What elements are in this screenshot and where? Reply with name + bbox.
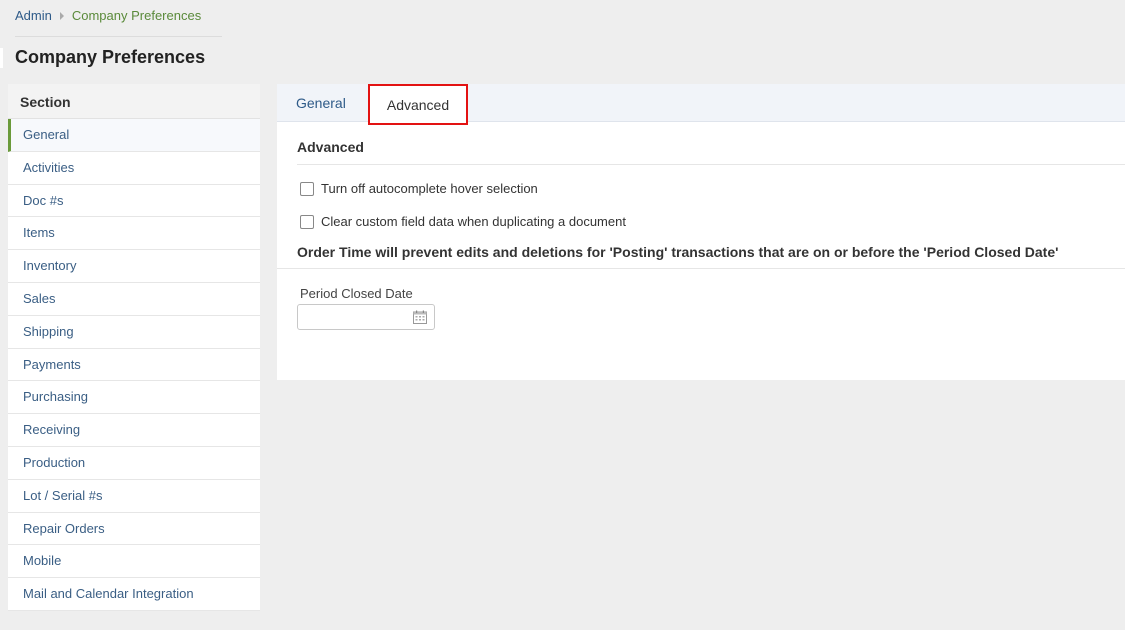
breadcrumb-current: Company Preferences (71, 8, 202, 23)
title-marker (0, 48, 3, 68)
section-sidebar: Section General Activities Doc #s Items … (8, 84, 260, 611)
sidebar-item-inventory[interactable]: Inventory (8, 250, 260, 283)
autocomplete-hover-option[interactable]: Turn off autocomplete hover selection (300, 181, 538, 196)
sidebar-item-items[interactable]: Items (8, 217, 260, 251)
page-title: Company Preferences (15, 47, 206, 67)
period-closed-date-input[interactable] (297, 304, 435, 330)
sidebar-item-production[interactable]: Production (8, 447, 260, 480)
clear-custom-field-label: Clear custom field data when duplicating… (321, 214, 626, 229)
sidebar-item-mail-calendar[interactable]: Mail and Calendar Integration (8, 578, 260, 611)
sidebar-item-doc-numbers[interactable]: Doc #s (8, 185, 260, 218)
clear-custom-field-checkbox[interactable] (300, 214, 314, 229)
breadcrumb-admin-link[interactable]: Admin (15, 8, 52, 23)
sidebar-header: Section (8, 84, 260, 119)
sidebar-item-shipping[interactable]: Shipping (8, 316, 260, 349)
sidebar-item-payments[interactable]: Payments (8, 349, 260, 382)
sidebar-item-receiving[interactable]: Receiving (8, 414, 260, 447)
notice-divider (277, 268, 1125, 269)
sidebar-item-purchasing[interactable]: Purchasing (8, 381, 260, 415)
sidebar-item-repair-orders[interactable]: Repair Orders (8, 513, 260, 546)
sidebar-item-sales[interactable]: Sales (8, 283, 260, 316)
tab-advanced[interactable]: Advanced (368, 84, 468, 125)
breadcrumb: Admin Company Preferences (15, 8, 201, 23)
clear-custom-field-option[interactable]: Clear custom field data when duplicating… (300, 214, 626, 229)
calendar-icon[interactable] (413, 310, 427, 324)
advanced-section-title: Advanced (297, 139, 364, 155)
sidebar-item-general[interactable]: General (8, 119, 260, 152)
tab-bar: General Advanced (277, 84, 1125, 125)
period-closed-date-label: Period Closed Date (300, 286, 413, 301)
autocomplete-hover-checkbox[interactable] (300, 181, 314, 196)
sidebar-item-activities[interactable]: Activities (8, 152, 260, 185)
section-divider (297, 164, 1125, 165)
chevron-right-icon (59, 11, 64, 20)
autocomplete-hover-label: Turn off autocomplete hover selection (321, 181, 538, 196)
posting-lock-notice: Order Time will prevent edits and deleti… (297, 244, 1059, 260)
tab-general[interactable]: General (296, 84, 346, 122)
preferences-panel: General Advanced Advanced Turn off autoc… (277, 84, 1125, 380)
sidebar-item-mobile[interactable]: Mobile (8, 545, 260, 579)
sidebar-item-lot-serial[interactable]: Lot / Serial #s (8, 480, 260, 513)
breadcrumb-divider (15, 36, 222, 37)
